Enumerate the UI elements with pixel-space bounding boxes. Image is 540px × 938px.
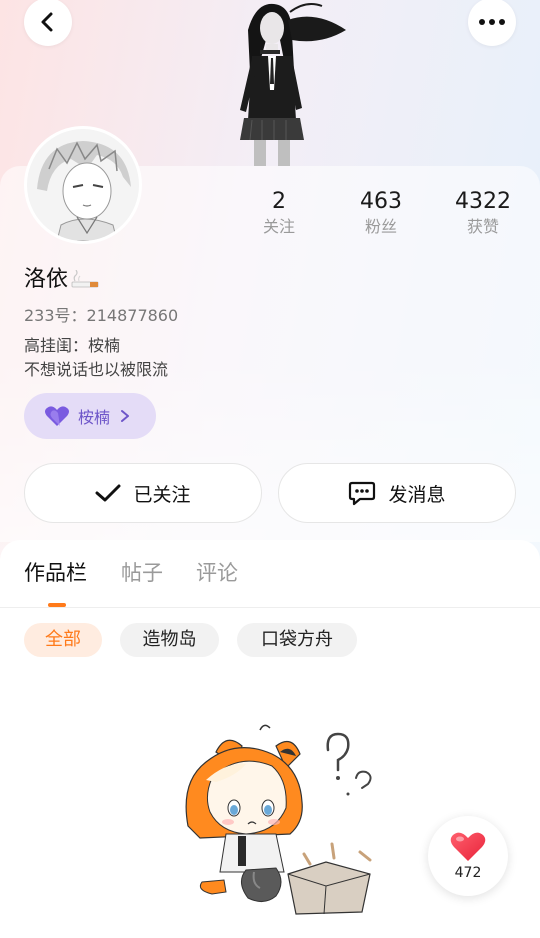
- username: 洛依: [24, 267, 69, 292]
- tab-comments[interactable]: 评论: [196, 558, 238, 588]
- chevron-left-icon: [41, 12, 53, 32]
- more-dots-icon: [479, 19, 505, 25]
- tab-works[interactable]: 作品栏: [24, 558, 87, 588]
- fan-badge-label: 桉楠: [78, 408, 111, 427]
- filter-chip-all[interactable]: 全部: [24, 623, 102, 657]
- tab-posts[interactable]: 帖子: [121, 558, 163, 588]
- send-message-button[interactable]: 发消息: [278, 463, 516, 523]
- user-id: 233号：214877860: [24, 306, 179, 325]
- stat-label: 粉丝: [364, 217, 397, 236]
- back-button[interactable]: [24, 0, 72, 46]
- filter-chip-creation-island[interactable]: 造物岛: [120, 623, 219, 657]
- username-row: 洛依: [24, 264, 100, 296]
- stat-followers[interactable]: 463 粉丝: [336, 188, 426, 238]
- bio-line: 不想说话也以被限流: [24, 360, 169, 379]
- chat-bubble-icon: [349, 481, 376, 506]
- avatar[interactable]: [24, 126, 142, 244]
- empty-state-illustration: [185, 724, 372, 915]
- filter-chip-pocket-ark[interactable]: 口袋方舟: [237, 623, 357, 657]
- send-message-label: 发消息: [388, 483, 446, 506]
- header-character-illustration: [240, 3, 346, 166]
- like-count: 472: [454, 865, 482, 881]
- stat-label: 关注: [262, 217, 295, 236]
- stat-value: 4322: [455, 189, 511, 214]
- stat-likes[interactable]: 4322 获赞: [438, 188, 528, 238]
- cigarette-icon: [71, 270, 99, 288]
- stat-value: 463: [360, 189, 402, 214]
- bio-line: 高挂闺：桉楠: [24, 336, 121, 355]
- more-options-button[interactable]: [468, 0, 516, 46]
- avatar-image: [27, 129, 139, 241]
- fan-badge-button[interactable]: 桉楠: [24, 393, 156, 439]
- stat-value: 2: [272, 189, 286, 214]
- followed-label: 已关注: [133, 483, 191, 506]
- followed-button[interactable]: 已关注: [24, 463, 262, 523]
- stat-label: 获赞: [466, 217, 499, 236]
- purple-heart-icon: [45, 406, 69, 426]
- stat-following[interactable]: 2 关注: [234, 188, 324, 238]
- checkmark-icon: [95, 484, 121, 502]
- tabs-divider: [0, 607, 540, 608]
- like-button[interactable]: 472: [428, 816, 508, 896]
- chevron-right-icon: [121, 410, 130, 422]
- heart-icon: [450, 832, 486, 861]
